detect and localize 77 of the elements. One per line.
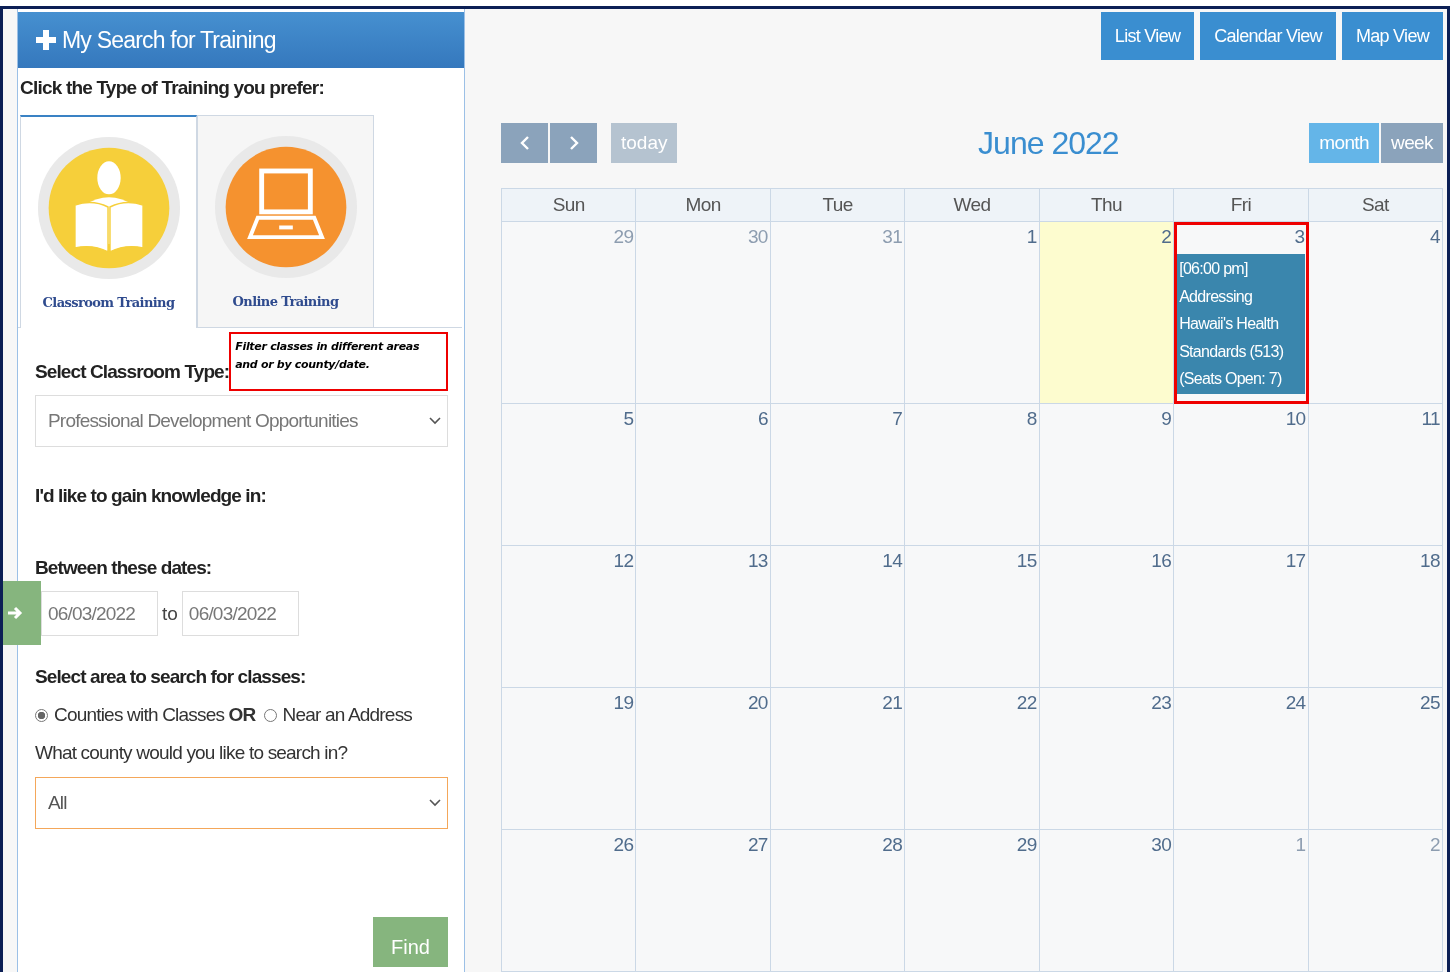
field-label: Select Classroom Type: <box>35 361 230 385</box>
weekday-header: Thu <box>1039 189 1175 222</box>
view-button[interactable]: Calendar View <box>1200 12 1336 60</box>
weekday-header: Fri <box>1174 189 1309 222</box>
view-button[interactable]: List View <box>1100 12 1195 60</box>
day-number: 19 <box>613 692 634 714</box>
day-number: 23 <box>1151 692 1172 714</box>
chevron-left-icon <box>519 135 530 151</box>
training-type-tab[interactable]: Online Training <box>197 115 374 327</box>
weekday-header: Tue <box>770 189 906 222</box>
day-number: 15 <box>1016 550 1037 572</box>
view-mode-button[interactable]: week <box>1381 123 1443 163</box>
field-label: What county would you like to search in? <box>35 742 349 765</box>
day-number: 24 <box>1285 692 1306 714</box>
day-number: 27 <box>747 834 768 856</box>
weekday-header: Sun <box>502 189 637 222</box>
expand-tab[interactable] <box>3 581 41 646</box>
day-number: 13 <box>747 550 768 572</box>
day-number: 25 <box>1420 692 1440 714</box>
day-number: 4 <box>1430 226 1440 248</box>
day-number: 16 <box>1151 550 1172 572</box>
plus-icon <box>36 30 56 50</box>
radio-button[interactable] <box>35 708 48 722</box>
day-number: 2 <box>1430 834 1440 856</box>
calendar-title: June 2022 <box>977 124 1119 162</box>
day-number: 29 <box>1016 834 1037 856</box>
chevron-right-icon <box>568 135 579 151</box>
view-button[interactable]: Map View <box>1341 12 1443 60</box>
day-number: 30 <box>747 226 768 248</box>
weekday-header: Mon <box>636 189 771 222</box>
day-number: 1 <box>1295 834 1306 856</box>
panel-title: My Search for Training <box>62 26 276 54</box>
day-number: 12 <box>613 550 634 572</box>
day-number: 3 <box>1294 226 1305 248</box>
day-number: 8 <box>1026 408 1037 430</box>
date-separator: to <box>162 602 178 625</box>
arrow-right-icon <box>7 605 23 622</box>
previous-button[interactable] <box>501 123 548 163</box>
chevron-down-icon <box>429 417 441 426</box>
field-label: I'd like to gain knowledge in: <box>35 485 267 508</box>
day-number: 22 <box>1016 692 1037 714</box>
radio-option[interactable]: Counties with Classes OR <box>35 704 256 727</box>
date-field[interactable]: 06/03/2022 <box>41 591 158 637</box>
day-number: 1 <box>1026 226 1037 248</box>
day-number: 31 <box>882 226 903 248</box>
county-select[interactable]: All <box>35 777 448 830</box>
day-number: 18 <box>1420 550 1440 572</box>
chevron-down-icon <box>429 799 441 808</box>
day-number: 5 <box>623 408 634 430</box>
day-number: 17 <box>1285 550 1306 572</box>
day-number: 7 <box>892 408 903 430</box>
day-number: 30 <box>1151 834 1172 856</box>
date-field[interactable]: 06/03/2022 <box>181 591 299 637</box>
day-number: 14 <box>882 550 903 572</box>
radio-button[interactable] <box>263 708 277 722</box>
weekday-header: Wed <box>905 189 1040 222</box>
day-number: 2 <box>1161 226 1172 248</box>
field-label: Between these dates: <box>35 557 213 580</box>
radio-option[interactable]: Near an Address <box>263 704 413 727</box>
calendar-event[interactable]: [06:00 pm] Addressing Hawaii's Health Standards (513) (Seats Open: 7) <box>1177 254 1305 394</box>
day-number: 9 <box>1161 408 1172 430</box>
field-label: Select area to search for classes: <box>35 666 307 689</box>
callout-note: Filter classes in different areas and or by county/date. <box>229 332 448 392</box>
find-button[interactable]: Find <box>373 917 448 968</box>
section-label: Click the Type of Training you prefer: <box>19 76 325 100</box>
day-number: 29 <box>613 226 634 248</box>
day-number: 6 <box>757 408 768 430</box>
day-number: 10 <box>1285 408 1306 430</box>
next-button[interactable] <box>550 123 597 163</box>
training-type-tab[interactable]: Classroom Training <box>20 115 197 328</box>
day-number: 20 <box>747 692 768 714</box>
day-number: 11 <box>1421 408 1440 430</box>
classroom-type-select[interactable]: Professional Development Opportunities <box>35 395 448 448</box>
day-number: 26 <box>613 834 634 856</box>
weekday-header: Sat <box>1308 189 1443 222</box>
day-number: 28 <box>882 834 903 856</box>
day-number: 21 <box>882 692 903 714</box>
